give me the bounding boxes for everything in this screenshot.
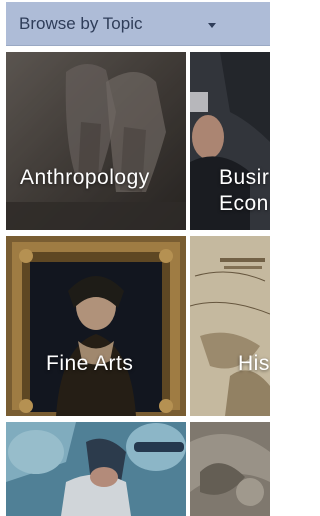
antique-map-image <box>190 236 270 416</box>
caret-down-icon <box>208 23 216 28</box>
browse-page: Browse by Topic Anthropology Busir Econ … <box>0 0 270 516</box>
tile-label: Fine Arts <box>46 352 134 375</box>
topic-tile-medicine[interactable] <box>6 422 186 516</box>
surgeons-image <box>6 422 186 516</box>
tile-label-line1: Busir <box>219 166 270 189</box>
topic-tile-fine-arts[interactable]: Fine Arts <box>6 236 186 416</box>
tile-label: His <box>238 352 270 375</box>
anthropology-relief-image <box>6 52 186 230</box>
tile-label-line2: Econ <box>219 192 269 215</box>
topic-tile-business-economics[interactable]: Busir Econ <box>190 52 270 230</box>
metallic-texture-image <box>190 422 270 516</box>
topic-tile-anthropology[interactable]: Anthropology <box>6 52 186 230</box>
browse-by-topic-dropdown[interactable]: Browse by Topic <box>6 2 270 46</box>
topic-tile-sixth[interactable] <box>190 422 270 516</box>
topic-tile-history[interactable]: His <box>190 236 270 416</box>
dropdown-label: Browse by Topic <box>19 14 143 33</box>
framed-portrait-image <box>6 236 186 416</box>
tile-label: Anthropology <box>20 166 150 189</box>
